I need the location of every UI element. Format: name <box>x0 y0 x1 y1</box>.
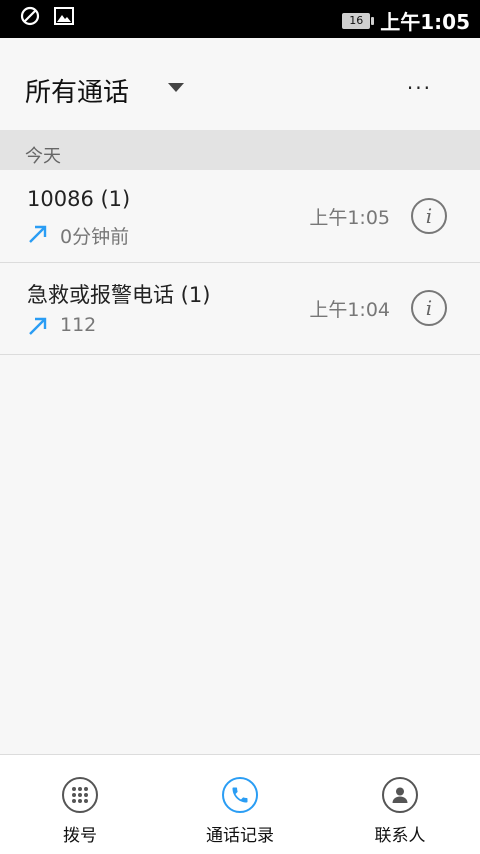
caller-name: 10086 (1) <box>27 187 131 211</box>
info-button[interactable]: i <box>411 290 447 326</box>
info-button[interactable]: i <box>411 198 447 234</box>
app-header: 所有通话 ··· <box>0 38 480 130</box>
nav-label: 通话记录 <box>206 826 274 846</box>
battery-icon: 16 <box>342 12 375 29</box>
phone-icon <box>222 777 258 813</box>
image-icon <box>54 7 74 25</box>
call-detail: 112 <box>60 314 97 336</box>
section-label: 今天 <box>25 146 61 167</box>
call-log-row[interactable]: 10086 (1) 0分钟前 上午1:05 i <box>0 171 480 263</box>
nav-item-dialpad[interactable]: 拨号 <box>0 755 160 854</box>
call-detail: 0分钟前 <box>60 226 130 248</box>
nav-label: 联系人 <box>374 826 426 846</box>
dnd-icon <box>20 6 40 26</box>
outgoing-call-icon <box>29 225 47 243</box>
status-icons-left <box>20 6 74 26</box>
status-time: 上午1:05 <box>380 10 470 34</box>
section-header-today: 今天 <box>0 130 480 170</box>
nav-label: 拨号 <box>63 826 97 846</box>
more-options-button[interactable]: ··· <box>407 76 432 100</box>
outgoing-call-icon <box>29 317 47 335</box>
status-icons-right: 16 上午1:05 <box>342 6 470 35</box>
call-time: 上午1:05 <box>309 207 390 229</box>
dialpad-icon <box>62 777 98 813</box>
status-bar: 16 上午1:05 <box>0 0 480 38</box>
nav-item-contacts[interactable]: 联系人 <box>320 755 480 854</box>
call-log-row[interactable]: 急救或报警电话 (1) 112 上午1:04 i <box>0 263 480 355</box>
contact-icon <box>382 777 418 813</box>
call-filter-title[interactable]: 所有通话 <box>25 72 129 109</box>
dropdown-arrow-icon[interactable] <box>168 83 184 92</box>
caller-name: 急救或报警电话 (1) <box>27 283 211 307</box>
nav-item-call-log[interactable]: 通话记录 <box>160 755 320 854</box>
bottom-nav: 拨号 通话记录 联系人 <box>0 754 480 854</box>
call-time: 上午1:04 <box>309 299 390 321</box>
